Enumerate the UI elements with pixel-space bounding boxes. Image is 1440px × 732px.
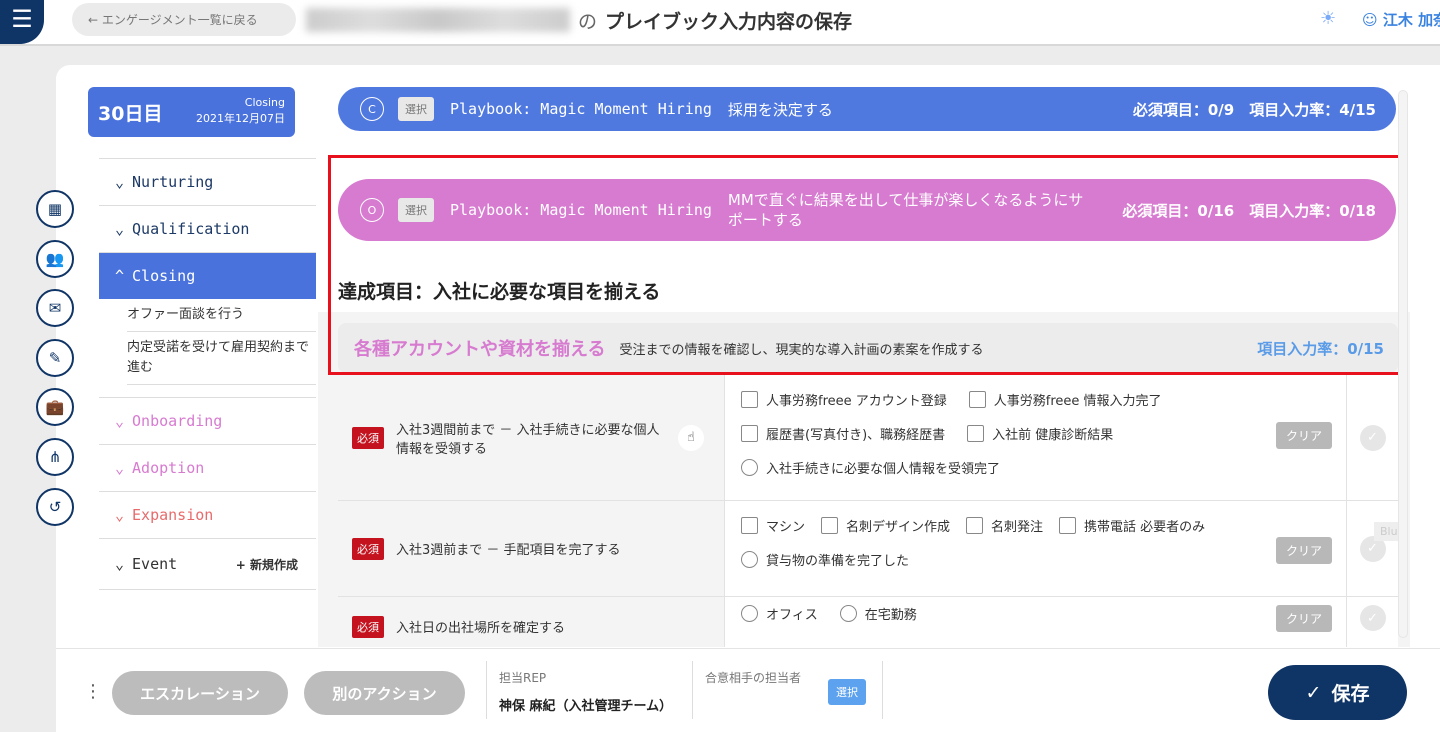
radio-option[interactable]: 入社手続きに必要な個人情報を受領完了 [741, 453, 1000, 487]
more-icon[interactable]: ⋮ [84, 681, 102, 702]
nav-label: Adoption [132, 459, 205, 477]
clear-button[interactable]: クリア [1275, 605, 1332, 632]
chevron-down-icon: ⌄ [115, 459, 125, 477]
footer-bar: ⋮ エスカレーション 別のアクション 担当REP 神保 麻紀（入社管理チーム） … [56, 648, 1440, 732]
pointer-icon[interactable]: ☝ [678, 424, 704, 451]
icon-rail: ▦ 👥 ✉ ✎ 💼 ⋔ ↺ [36, 190, 74, 537]
checkbox-option[interactable]: 名刺発注 [966, 511, 1043, 545]
clear-button[interactable]: クリア [1275, 422, 1332, 449]
radio-option[interactable]: 在宅勤務 [840, 599, 917, 633]
back-button[interactable]: ← エンゲージメント一覧に戻る [72, 3, 296, 36]
pencil-icon[interactable]: ✎ [36, 338, 74, 377]
clear-button[interactable]: クリア [1275, 537, 1332, 564]
mail-icon[interactable]: ✉ [36, 289, 74, 328]
radio-option[interactable]: オフィス [741, 599, 818, 633]
select-button[interactable]: 選択 [398, 97, 434, 121]
blurred-name [306, 8, 570, 32]
chevron-up-icon: ^ [115, 267, 125, 285]
check-icon[interactable]: ✓ [1359, 605, 1386, 631]
escalation-button[interactable]: エスカレーション [112, 671, 288, 715]
new-event-button[interactable]: + 新規作成 [236, 556, 298, 573]
save-button[interactable]: ✓ 保存 [1268, 665, 1407, 720]
other-action-button[interactable]: 別のアクション [304, 671, 465, 715]
day-date: 2021年12月07日 [196, 112, 285, 125]
nav-label: Event [132, 555, 178, 573]
nav-closing[interactable]: ^ Closing [99, 252, 316, 299]
subitem-contract[interactable]: 内定受諾を受けて雇用契約まで進む [127, 332, 316, 385]
task-label: 入社日の出社場所を確定する [396, 621, 566, 636]
top-bar: ☰ ← エンゲージメント一覧に戻る のプレイブック入力内容の保存 ☀ ☺ 江木 … [0, 0, 1440, 46]
playbook-banner-closing[interactable]: C 選択 Playbook: Magic Moment Hiring 採用を決定… [338, 87, 1396, 131]
task-row: 必須 入社3週間前まで － 入社手続きに必要な個人情報を受領する ☝ 人事労務fre… [338, 375, 1398, 501]
task-row: 必須 入社3週前まで － 手配項目を完了する マシン 名刺デザイン作成 名刺発注 … [338, 501, 1398, 597]
nav-onboarding[interactable]: ⌄ Onboarding [99, 397, 316, 444]
task-label: 入社3週間前まで － 入社手続きに必要な個人情報を受領する [396, 422, 660, 457]
day-badge: 30日目 Closing 2021年12月07日 [88, 87, 295, 137]
radio-option[interactable]: 貸与物の準備を完了した [741, 545, 1330, 579]
checkbox-option[interactable]: 人事労務freee 情報入力完了 [969, 385, 1162, 419]
nav-label: Nurturing [132, 173, 214, 191]
playbook-stats: 必須項目：0/9 項目入力率：4/15 [1132, 100, 1376, 119]
nav-label: Onboarding [132, 412, 223, 430]
nav-qualification[interactable]: ⌄ Qualification [99, 205, 316, 252]
nav-expansion[interactable]: ⌄ Expansion [99, 491, 316, 538]
chevron-down-icon: ⌄ [115, 173, 125, 191]
nav-event[interactable]: ⌄ Event + 新規作成 [99, 538, 316, 590]
checkbox-option[interactable]: 名刺デザイン作成 [821, 511, 950, 545]
scrollbar[interactable] [1398, 90, 1408, 638]
contact-select-button[interactable]: 選択 [828, 679, 866, 705]
phase-nav: ⌄ Nurturing ⌄ Qualification ^ Closing オファー面… [99, 158, 316, 590]
nav-label: Closing [132, 267, 196, 285]
check-icon[interactable]: ✓ [1359, 424, 1386, 451]
required-badge: 必須 [352, 615, 384, 638]
closing-subitems: オファー面談を行う 内定受諾を受けて雇用契約まで進む [99, 299, 316, 385]
highlight-box [328, 155, 1402, 375]
checkbox-option[interactable]: マシン [741, 511, 805, 545]
checkbox-option[interactable]: 履歴書(写真付き)、職務経歴書 [741, 419, 945, 453]
chevron-down-icon: ⌄ [115, 555, 125, 573]
contact-label: 合意相手の担当者 [705, 671, 802, 685]
nav-label: Expansion [132, 506, 214, 524]
task-label: 入社3週前まで － 手配項目を完了する [396, 543, 621, 558]
checkbox-option[interactable]: 携帯電話 必要者のみ [1059, 511, 1205, 545]
sun-icon[interactable]: ☀ [1320, 8, 1336, 29]
nav-nurturing[interactable]: ⌄ Nurturing [99, 158, 316, 205]
briefcase-icon[interactable]: 💼 [36, 388, 74, 427]
checkbox-option[interactable]: 人事労務freee アカウント登録 [741, 385, 947, 419]
checkbox-option[interactable]: 入社前 健康診断結果 [967, 419, 1113, 453]
required-badge: 必須 [352, 426, 384, 449]
subitem-offer[interactable]: オファー面談を行う [127, 299, 316, 332]
day-count: 30日目 [98, 103, 163, 125]
building-icon[interactable]: ▦ [36, 190, 74, 228]
back-label: ← エンゲージメント一覧に戻る [88, 13, 258, 27]
playbook-name: Playbook: Magic Moment Hiring [450, 100, 712, 118]
playbook-goal: 採用を決定する [727, 100, 833, 119]
title-connector: の [578, 11, 598, 33]
rep-value: 神保 麻紀（入社管理チーム） [499, 699, 673, 714]
rep-label: 担当REP [499, 671, 547, 685]
history-icon[interactable]: ↺ [36, 487, 74, 526]
save-label: 保存 [1331, 683, 1370, 705]
task-list: 必須 入社3週間前まで － 入社手続きに必要な個人情報を受領する ☝ 人事労務fre… [338, 375, 1398, 647]
title-text: プレイブック入力内容の保存 [605, 11, 853, 33]
check-icon: ✓ [1305, 681, 1322, 704]
required-badge: 必須 [352, 537, 384, 560]
chevron-down-icon: ⌄ [115, 412, 125, 430]
hierarchy-icon[interactable]: ⋔ [36, 437, 74, 476]
phase-badge: C [360, 97, 384, 121]
task-row: 必須 入社日の出社場所を確定する オフィス 在宅勤務 クリア ✓ [338, 597, 1398, 647]
page-title: のプレイブック入力内容の保存 [578, 7, 852, 34]
user-name: 江木 加奈 [1382, 11, 1440, 29]
nav-adoption[interactable]: ⌄ Adoption [99, 444, 316, 491]
user-menu[interactable]: ☺ 江木 加奈 [1362, 9, 1440, 30]
people-icon[interactable]: 👥 [36, 239, 74, 278]
nav-label: Qualification [132, 220, 250, 238]
day-phase: Closing [244, 96, 285, 109]
chevron-down-icon: ⌄ [115, 220, 125, 238]
menu-icon[interactable]: ☰ [0, 0, 44, 44]
chevron-down-icon: ⌄ [115, 506, 125, 524]
